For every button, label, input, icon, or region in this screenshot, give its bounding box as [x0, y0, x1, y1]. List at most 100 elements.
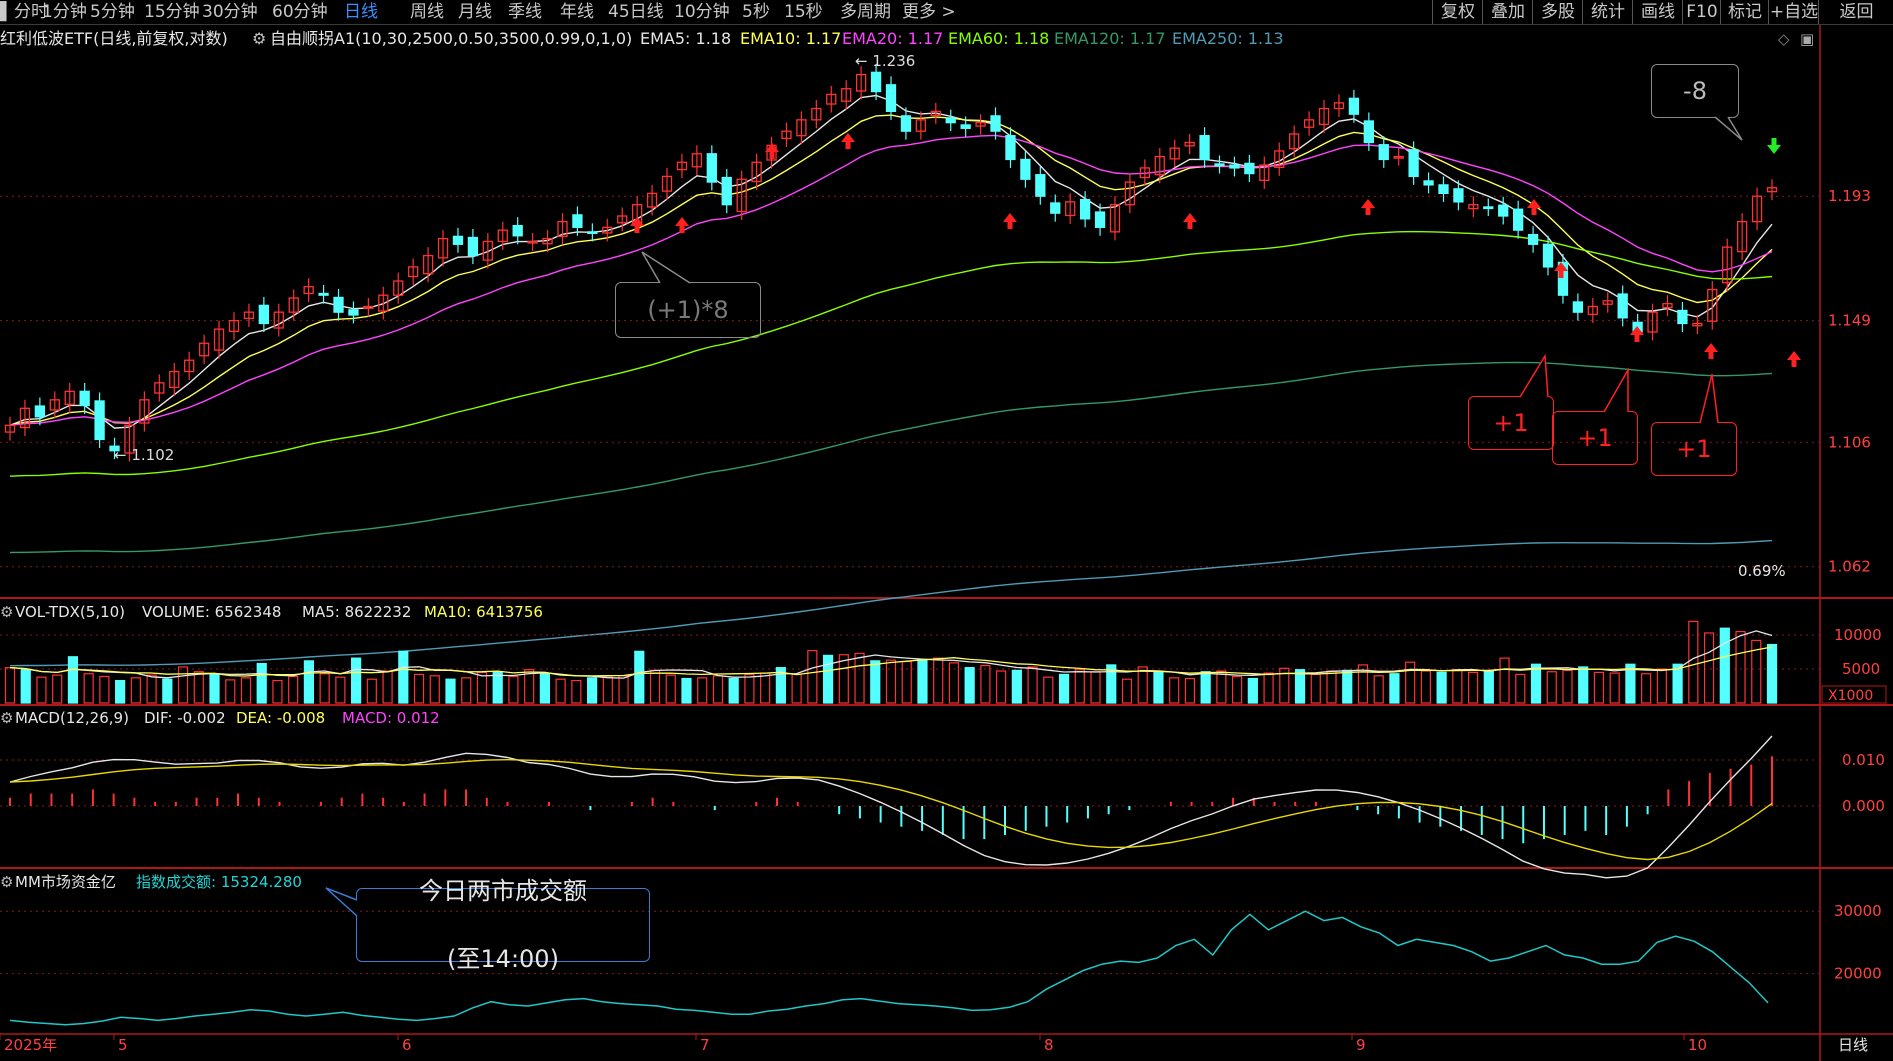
candle-body: [1453, 188, 1464, 203]
macd-axis-label: 0.000: [1842, 797, 1885, 815]
volume-bar: [1688, 620, 1699, 704]
toolbar-action-4[interactable]: 画线: [1632, 0, 1683, 24]
toolbar-edge-marker: ▌: [0, 2, 14, 22]
indicator-params: 自由顺拐A1(10,30,2500,0.50,3500,0.99,0,1,0): [270, 29, 632, 48]
volume-bar: [665, 674, 676, 704]
volume-bar: [885, 659, 897, 704]
toolbar-period-2[interactable]: 5分钟: [90, 0, 135, 24]
candle-body: [1005, 135, 1016, 161]
toolbar-period-3[interactable]: 15分钟: [144, 0, 200, 24]
ema-legend-5: EMA250: 1.13: [1172, 29, 1284, 48]
toolbar-period-9[interactable]: 季线: [508, 0, 542, 24]
volume-bar: [1137, 666, 1148, 704]
volume-bar: [697, 677, 708, 704]
toolbar-period-14[interactable]: 15秒: [784, 0, 823, 24]
toolbar-action-3[interactable]: 统计: [1582, 0, 1633, 24]
toolbar-action-0[interactable]: 复权: [1432, 0, 1483, 24]
toolbar-action-8[interactable]: 返回: [1818, 0, 1893, 24]
volume-bar: [272, 679, 283, 704]
plus1-callout-1: +1: [1468, 396, 1554, 450]
date-axis-label: 8: [1044, 1036, 1054, 1054]
volume-bar: [1735, 630, 1746, 704]
volume-bar: [964, 667, 975, 704]
volume-bar: [1074, 669, 1085, 704]
mm-gear-icon: ⚙: [0, 873, 13, 891]
volume-ma10-line: [9, 646, 1773, 677]
toolbar-period-15[interactable]: 多周期: [840, 0, 891, 24]
toolbar-period-10[interactable]: 年线: [560, 0, 594, 24]
toolbar-period-4[interactable]: 30分钟: [202, 0, 258, 24]
volume-bar: [335, 676, 346, 704]
ema5-line: [9, 94, 1773, 429]
toolbar-period-13[interactable]: 5秒: [742, 0, 770, 24]
toolbar-period-16[interactable]: 更多 >: [902, 0, 956, 24]
volume-bar: [429, 675, 440, 704]
volume-bar: [461, 677, 472, 704]
volume-bar: [1090, 671, 1101, 704]
indicator-gear-icon: ⚙: [252, 29, 266, 48]
candle-body: [1513, 208, 1524, 231]
toolbar-action-7[interactable]: +自选: [1768, 0, 1819, 24]
toolbar-period-8[interactable]: 月线: [458, 0, 492, 24]
candle-body: [34, 405, 46, 418]
candle-body: [1483, 206, 1494, 210]
toolbar-period-5[interactable]: 60分钟: [272, 0, 328, 24]
volume-bar: [901, 660, 912, 704]
volume-bar: [209, 673, 220, 704]
volume-axis-label: 10000: [1834, 626, 1882, 644]
macd-gear-icon: ⚙: [0, 709, 13, 727]
volume-bar: [980, 664, 991, 704]
volume-bar: [445, 678, 456, 704]
ema20-line: [9, 134, 1773, 426]
volume-bar: [256, 662, 267, 704]
toolbar-action-5[interactable]: F10: [1682, 0, 1721, 24]
price-axis-label: 1.062: [1828, 558, 1871, 576]
candle-body: [990, 115, 1001, 132]
ema-legend-4: EMA120: 1.17: [1054, 29, 1166, 48]
candle-body: [1438, 184, 1449, 195]
volume-bar: [1703, 632, 1715, 704]
candle-body: [1035, 174, 1046, 197]
toolbar-action-1[interactable]: 叠加: [1482, 0, 1533, 24]
macd-dif: DIF: -0.002: [144, 709, 226, 727]
volume-bar: [917, 658, 928, 704]
buy-signal-arrow: [1003, 213, 1017, 229]
volume-bar: [822, 654, 834, 704]
volume-bar: [1436, 671, 1447, 704]
mm-turnover-line: [9, 910, 1769, 1026]
toolbar-period-11[interactable]: 45日线: [608, 0, 664, 24]
volume-bar: [586, 677, 598, 704]
volume-bar: [728, 677, 739, 704]
volume-bar: [492, 671, 503, 704]
toolbar-action-6[interactable]: 标记: [1720, 0, 1769, 24]
low-price-marker: ← 1.102: [114, 446, 174, 464]
candle-body: [885, 84, 897, 113]
volume-gear-icon: ⚙: [0, 603, 13, 621]
buy-signal-arrow: [1787, 351, 1801, 367]
volume-value: VOLUME: 6562348: [142, 603, 281, 621]
toolbar-action-2[interactable]: 多股: [1532, 0, 1583, 24]
candle-body: [258, 304, 269, 325]
toolbar-period-6[interactable]: 日线: [344, 0, 378, 24]
volume-bar: [1153, 671, 1164, 704]
volume-bar: [1043, 676, 1054, 704]
mm-note-line2: (至14:00): [447, 945, 559, 973]
candle-body: [467, 236, 479, 257]
volume-bar: [1467, 671, 1479, 704]
candle-body: [348, 309, 359, 316]
price-axis-label: 1.193: [1828, 187, 1871, 205]
toolbar-period-7[interactable]: 周线: [410, 0, 444, 24]
toolbar-period-1[interactable]: 1分钟: [42, 0, 87, 24]
toolbar-period-12[interactable]: 10分钟: [674, 0, 730, 24]
plus1-callout-3: +1: [1651, 422, 1737, 476]
turnover-note-callout: 今日两市成交额 (至14:00): [356, 877, 650, 973]
price-axis-label: 1.106: [1828, 433, 1871, 451]
date-axis-label: 10: [1688, 1036, 1707, 1054]
volume-bar: [760, 672, 771, 704]
volume-bar: [1719, 627, 1730, 704]
volume-bar: [870, 660, 881, 704]
volume-bar: [1011, 669, 1022, 704]
volume-bar: [539, 673, 550, 704]
candle-body: [1542, 243, 1554, 268]
macd-dea-line: [9, 758, 1773, 861]
